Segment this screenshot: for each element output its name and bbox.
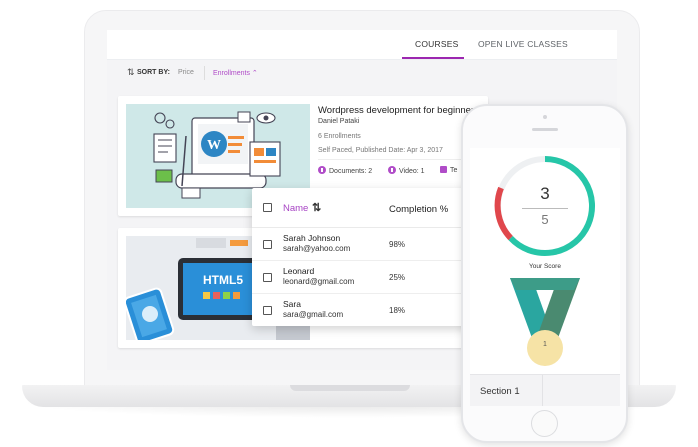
- row-checkbox[interactable]: [263, 306, 272, 315]
- phone-screen: 3 5 Your Score 1 Section 1: [470, 148, 620, 406]
- documents-count: Documents: 2: [318, 166, 372, 175]
- students-table: Name ⇅ Completion % Sarah Johnson sarah@…: [252, 188, 482, 326]
- column-header-completion[interactable]: Completion %: [389, 204, 448, 215]
- home-button[interactable]: [531, 410, 558, 437]
- top-tab-bar: COURSES OPEN LIVE CLASSES: [107, 30, 617, 60]
- svg-text:W: W: [207, 138, 221, 153]
- video-icon: [388, 166, 396, 174]
- section-bar[interactable]: Section 1: [470, 374, 620, 406]
- score-numerator: 3: [540, 184, 550, 203]
- video-count: Video: 1: [388, 166, 425, 175]
- sort-option-enrollments[interactable]: Enrollments ⌃: [213, 69, 258, 77]
- student-completion: 98%: [389, 240, 406, 249]
- table-header-row: Name ⇅ Completion %: [252, 188, 482, 228]
- student-completion: 18%: [389, 306, 406, 315]
- course-title[interactable]: Wordpress development for beginners: [318, 105, 479, 116]
- sort-bar: ⇅ SORT BY: Price Enrollments ⌃: [107, 60, 617, 84]
- student-completion: 25%: [389, 273, 406, 282]
- documents-count-label: Documents: 2: [329, 168, 373, 175]
- table-row[interactable]: Leonard leonard@gmail.com 25%: [252, 261, 482, 294]
- phone-device: 3 5 Your Score 1 Section 1: [461, 104, 628, 443]
- row-checkbox[interactable]: [263, 240, 272, 249]
- student-email: sara@gmail.com: [283, 310, 344, 319]
- text-count: Te: [440, 166, 457, 174]
- course-author: Daniel Pataki: [318, 118, 360, 125]
- table-row[interactable]: Sarah Johnson sarah@yahoo.com 98%: [252, 228, 482, 261]
- course-published-date: Self Paced, Published Date: Apr 3, 2017: [318, 147, 443, 154]
- score-fraction-line: [522, 208, 568, 209]
- score-denominator: 5: [541, 212, 549, 227]
- student-email: sarah@yahoo.com: [283, 244, 351, 253]
- course-enrollments: 6 Enrollments: [318, 133, 361, 140]
- column-header-name[interactable]: Name: [283, 203, 308, 214]
- phone-camera: [543, 115, 547, 119]
- student-name: Sarah Johnson: [283, 233, 341, 243]
- sort-arrows-icon[interactable]: ⇅: [312, 201, 321, 214]
- row-checkbox[interactable]: [263, 273, 272, 282]
- sort-divider: [204, 66, 205, 80]
- student-name: Sara: [283, 299, 301, 309]
- active-tab-indicator: [402, 57, 464, 59]
- medal-icon: [510, 278, 580, 366]
- section-divider: [542, 375, 543, 406]
- score-label: Your Score: [529, 263, 561, 270]
- select-all-checkbox[interactable]: [263, 203, 272, 212]
- sort-arrows-icon: ⇅: [127, 67, 135, 77]
- document-icon: [318, 166, 326, 174]
- text-count-label: Te: [450, 167, 458, 174]
- medal-number: 1: [543, 341, 547, 348]
- section-label: Section 1: [480, 386, 520, 397]
- video-count-label: Video: 1: [399, 168, 425, 175]
- phone-speaker: [532, 128, 558, 131]
- chevron-up-icon: ⌃: [251, 70, 258, 77]
- html5-thumbnail-text: HTML5: [203, 273, 243, 287]
- laptop-notch: [290, 385, 410, 391]
- sort-option-enrollments-label: Enrollments: [213, 70, 250, 77]
- sort-option-price[interactable]: Price: [178, 69, 194, 76]
- tab-courses[interactable]: COURSES: [415, 39, 458, 49]
- table-row[interactable]: Sara sara@gmail.com 18%: [252, 294, 482, 326]
- tab-open-live-classes[interactable]: OPEN LIVE CLASSES: [478, 39, 568, 49]
- student-email: leonard@gmail.com: [283, 277, 355, 286]
- text-icon: [440, 166, 447, 173]
- sort-by-label: SORT BY:: [137, 69, 170, 76]
- student-name: Leonard: [283, 266, 315, 276]
